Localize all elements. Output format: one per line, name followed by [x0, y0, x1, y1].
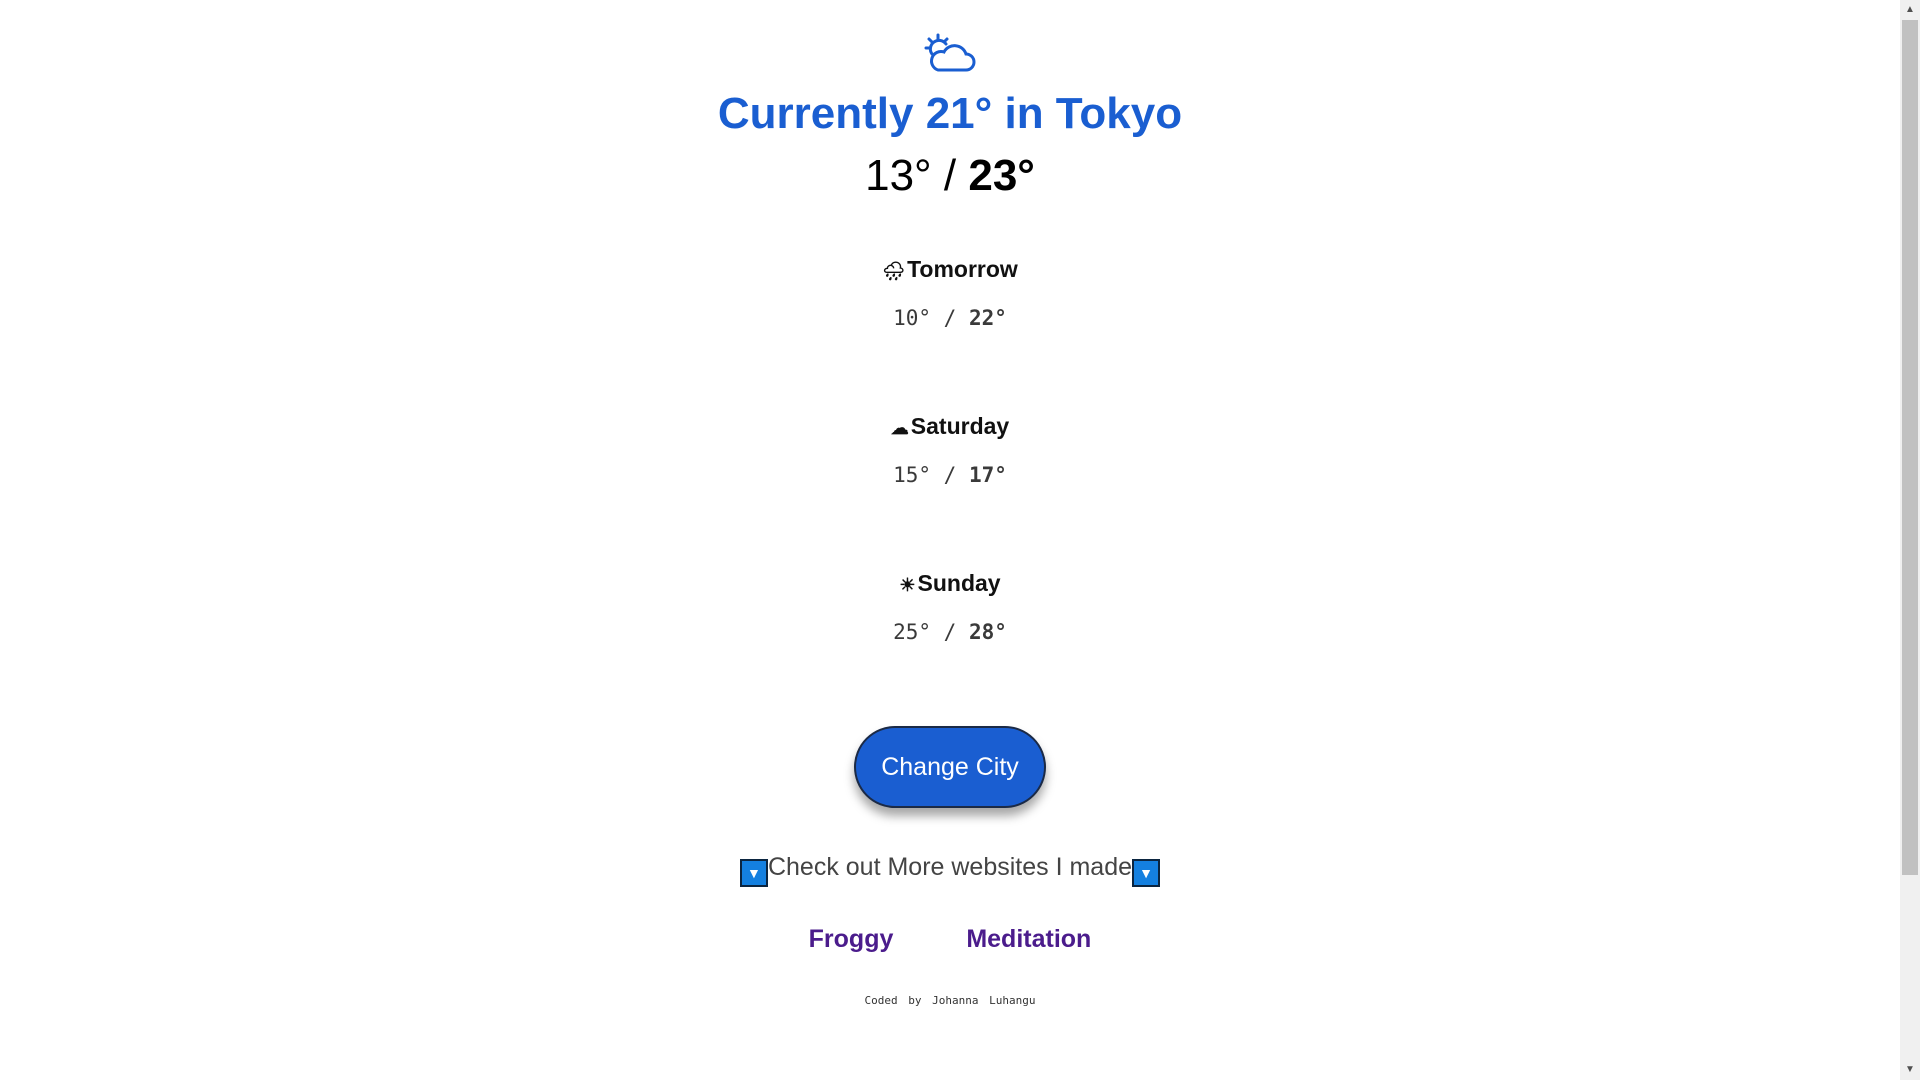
- vertical-scrollbar[interactable]: ▲ ▼: [1900, 0, 1920, 1080]
- cloud-icon: ☁: [890, 417, 909, 438]
- scroll-up-arrow-icon[interactable]: ▲: [1900, 0, 1920, 20]
- temp-separator: /: [931, 305, 969, 330]
- down-arrow-icon: ▼: [739, 859, 768, 887]
- forecast-low: 25°: [893, 619, 932, 644]
- forecast-day: 🌧Tomorrow 10° / 22°: [0, 255, 1900, 412]
- current-low: 13°: [865, 151, 932, 200]
- froggy-link[interactable]: Froggy: [809, 925, 894, 953]
- forecast-high: 17°: [968, 462, 1007, 487]
- forecast-day-label: Saturday: [910, 413, 1010, 439]
- current-high: 23°: [968, 151, 1035, 200]
- forecast-low: 15°: [893, 462, 932, 487]
- forecast-temps: 10° / 22°: [0, 305, 1900, 331]
- cloud-sun-icon: [924, 32, 976, 72]
- current-temps: 13° / 23°: [0, 149, 1900, 203]
- sun-icon: ☀: [899, 574, 916, 595]
- footer-credit: Coded by Johanna Luhangu: [864, 994, 1036, 1007]
- scroll-thumb[interactable]: [1902, 20, 1918, 875]
- down-arrow-icon: ▼: [1132, 859, 1161, 887]
- more-websites-heading: ▼ Check out More websites I made ▼: [0, 852, 1900, 887]
- forecast-list: 🌧Tomorrow 10° / 22° ☁Saturday 15° / 17° …: [0, 255, 1900, 726]
- scroll-down-arrow-icon[interactable]: ▼: [1900, 1060, 1920, 1080]
- temp-separator: /: [931, 151, 969, 200]
- forecast-high: 28°: [968, 619, 1007, 644]
- forecast-low: 10°: [893, 305, 932, 330]
- forecast-day: ☁Saturday 15° / 17°: [0, 412, 1900, 569]
- forecast-temps: 25° / 28°: [0, 619, 1900, 645]
- rain-cloud-icon: 🌧: [882, 260, 906, 281]
- page-viewport: Currently 21° in Tokyo 13° / 23° 🌧Tomorr…: [0, 0, 1900, 1080]
- project-links: Froggy Meditation: [0, 925, 1900, 954]
- meditation-link[interactable]: Meditation: [966, 925, 1091, 953]
- more-websites-text: Check out More websites I made: [767, 853, 1133, 881]
- temp-separator: /: [931, 462, 969, 487]
- weather-app: Currently 21° in Tokyo 13° / 23° 🌧Tomorr…: [0, 0, 1900, 1007]
- forecast-high: 22°: [968, 305, 1007, 330]
- forecast-temps: 15° / 17°: [0, 462, 1900, 488]
- current-weather-title: Currently 21° in Tokyo: [717, 89, 1183, 138]
- change-city-button[interactable]: Change City: [854, 726, 1046, 808]
- forecast-day-label: Sunday: [917, 570, 1001, 596]
- temp-separator: /: [931, 619, 969, 644]
- forecast-day: ☀Sunday 25° / 28°: [0, 569, 1900, 726]
- forecast-day-label: Tomorrow: [907, 256, 1018, 282]
